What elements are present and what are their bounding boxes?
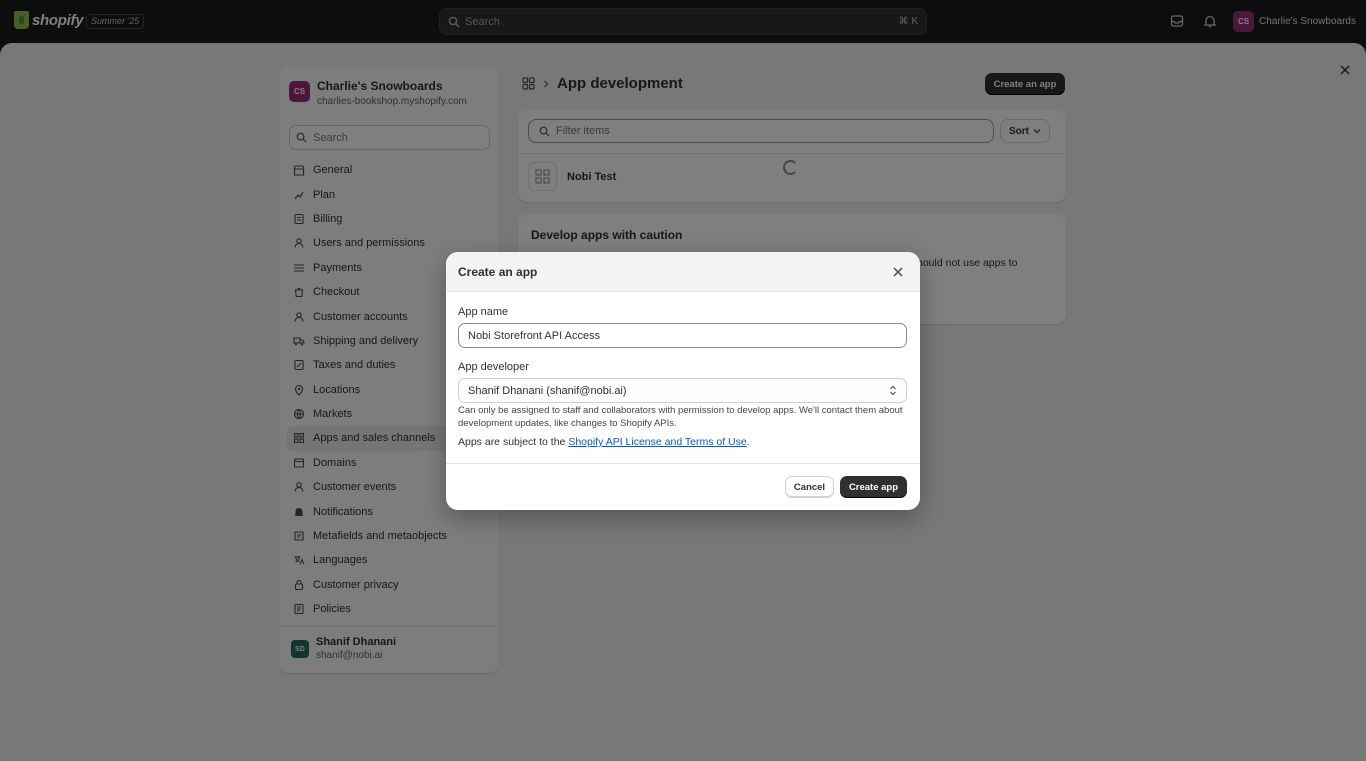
cancel-button[interactable]: Cancel (785, 476, 834, 498)
app-name-input[interactable]: Nobi Storefront API Access (458, 323, 907, 348)
modal-title: Create an app (458, 265, 538, 279)
app-name-value: Nobi Storefront API Access (468, 329, 601, 342)
terms-prefix: Apps are subject to the (458, 436, 569, 448)
terms-text: Apps are subject to the Shopify API Lice… (458, 436, 750, 448)
create-app-button[interactable]: Create app (840, 476, 907, 498)
app-developer-value: Shanif Dhanani (shanif@nobi.ai) (468, 384, 627, 397)
terms-link[interactable]: Shopify API License and Terms of Use (568, 436, 746, 448)
app-developer-label: App developer (458, 361, 529, 373)
app-name-label: App name (458, 306, 509, 318)
modal-header: Create an app (446, 252, 920, 292)
modal-footer-divider (446, 463, 920, 464)
create-app-modal: Create an app App name Nobi Storefront A… (446, 252, 920, 510)
app-developer-select[interactable]: Shanif Dhanani (shanif@nobi.ai) (458, 378, 907, 403)
select-arrows-icon (890, 385, 896, 396)
terms-suffix: . (746, 436, 750, 448)
modal-close-button[interactable] (890, 264, 906, 280)
developer-help-text: Can only be assigned to staff and collab… (458, 405, 903, 429)
close-icon (893, 267, 903, 277)
